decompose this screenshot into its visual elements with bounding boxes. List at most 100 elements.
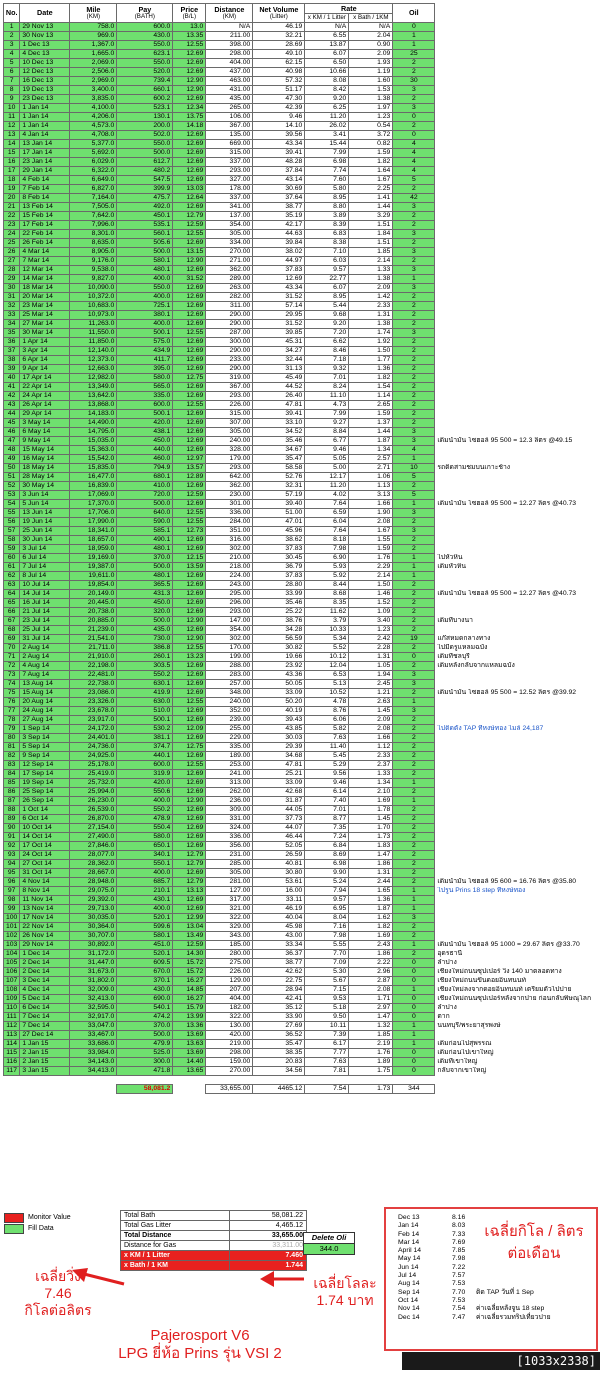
table-row: 36 1 Apr 14 11,850.0 575.0 12.69 300.00 45.31 6… (2, 337, 595, 347)
row-mile: 23,326.0 (69, 697, 118, 707)
row-rate-bath: 2.33 (348, 751, 394, 761)
row-rate-bath: 1.36 (348, 895, 394, 905)
row-net-volume: 31.87 (252, 796, 306, 806)
row-oil: 3 (392, 202, 436, 212)
row-pay: 460.0 (116, 454, 174, 464)
row-price: 12.69 (172, 346, 207, 356)
row-note: เติมก่อนไปเขาใหญ่ (437, 1048, 494, 1056)
row-no: 12 (2, 121, 21, 131)
row-mile: 24,925.0 (69, 751, 118, 761)
row-mile: 28,362.0 (69, 859, 118, 869)
row-pay: 680.1 (116, 472, 174, 482)
row-pay: 260.1 (116, 652, 174, 662)
row-note (435, 266, 595, 275)
row-note: เติมที่เขาใหญ่ (437, 1057, 478, 1065)
monthly-item: Dec 14 7.47 ค่าเฉลี่ยรวมทริปเที่ยวปาย (398, 1314, 551, 1322)
row-price: 13.36 (172, 1021, 207, 1031)
row-distance: 211.00 (205, 31, 254, 41)
row-net-volume: 35.19 (252, 211, 306, 221)
row-rate-km: 6.98 (304, 859, 350, 869)
row-pay: 450.0 (116, 598, 174, 608)
row-note (435, 32, 595, 41)
row-date: 13 Jun 14 (19, 508, 71, 518)
table-row: 17 29 Jan 14 6,322.0 480.2 12.69 293.00 37.84 7… (2, 166, 595, 176)
row-date: 3 May 14 (19, 418, 71, 428)
row-note: ไปรูน Prins 18 step ที่หงษ์ทอง (437, 886, 526, 894)
row-rate-km: 7.99 (304, 148, 350, 158)
row-pay: 500.0 (116, 499, 174, 509)
row-date: 6 May 14 (19, 427, 71, 437)
row-distance: 300.00 (205, 337, 254, 347)
row-no: 58 (2, 535, 21, 545)
row-mile: 18,959.0 (69, 544, 118, 554)
row-mile: 31,172.0 (69, 949, 118, 959)
row-distance: 336.00 (205, 832, 254, 842)
row-net-volume: 50.05 (252, 679, 306, 689)
row-mile: 21,541.0 (69, 634, 118, 644)
row-rate-bath: 1.76 (348, 1048, 394, 1058)
row-note (435, 140, 595, 149)
row-net-volume: 57.14 (252, 301, 306, 311)
row-rate-km: 6.06 (304, 715, 350, 725)
row-pay: 525.0 (116, 1048, 174, 1058)
row-distance: 241.00 (205, 769, 254, 779)
row-pay: 410.0 (116, 481, 174, 491)
row-oil: 2 (392, 355, 436, 365)
row-oil: 2 (392, 580, 436, 590)
row-rate-km: 4.73 (304, 400, 350, 410)
row-oil: 2 (392, 643, 436, 653)
row-distance: 669.00 (205, 139, 254, 149)
row-net-volume: 45.96 (252, 526, 306, 536)
row-date: 26 Feb 14 (19, 238, 71, 248)
row-oil: 10 (392, 463, 436, 473)
row-rate-bath: 2.97 (348, 1003, 394, 1013)
legend-monitor-label: Monitor Value (28, 1214, 71, 1221)
row-no: 40 (2, 373, 21, 383)
row-note: ลำปาง (437, 958, 457, 966)
row-date: 4 Aug 14 (19, 661, 71, 671)
row-rate-km: 7.63 (304, 1057, 350, 1067)
row-distance: 348.00 (205, 688, 254, 698)
table-row: 28 12 Mar 14 9,538.0 480.1 12.69 362.00 37.83 9… (2, 265, 595, 275)
row-price: 13.75 (172, 112, 207, 122)
row-oil: 2 (392, 841, 436, 851)
row-date: 7 Jul 14 (19, 562, 71, 572)
row-rate-bath: 1.51 (348, 220, 394, 230)
row-distance: 226.00 (205, 400, 254, 410)
row-date: 10 Oct 14 (19, 823, 71, 833)
row-rate-km: 8.68 (304, 589, 350, 599)
row-net-volume: 36.79 (252, 562, 306, 572)
row-pay: 399.9 (116, 184, 174, 194)
delete-oil-value: 344.0 (303, 1244, 355, 1255)
monthly-month: Sep 14 (398, 1288, 420, 1296)
monthly-item: Aug 14 7.53 (398, 1280, 551, 1288)
row-oil: 2 (392, 868, 436, 878)
row-pay: 450.0 (116, 436, 174, 446)
row-rate-km: 12.04 (304, 661, 350, 671)
row-rate-km: 9.57 (304, 895, 350, 905)
table-row: 51 28 May 14 16,477.0 680.1 12.89 642.00 52.76… (2, 472, 595, 482)
row-rate-bath: 0.54 (348, 121, 394, 131)
row-price: 12.69 (172, 778, 207, 788)
row-distance: 229.00 (205, 733, 254, 743)
row-distance: 285.00 (205, 859, 254, 869)
monthly-value: 7.57 (452, 1272, 466, 1280)
row-date: 13 Feb 14 (19, 202, 71, 212)
row-no: 73 (2, 670, 21, 680)
row-oil: 1 (392, 904, 436, 914)
row-net-volume: 45.31 (252, 337, 306, 347)
row-oil: 2 (392, 661, 436, 671)
row-note: อุดรธานี (437, 949, 463, 957)
row-no: 42 (2, 391, 21, 401)
row-date: 8 Feb 14 (19, 193, 71, 203)
row-pay: 370.0 (116, 553, 174, 563)
row-oil: 2 (392, 364, 436, 374)
row-note (435, 860, 595, 869)
row-oil: 0 (392, 976, 436, 986)
row-net-volume: 33.99 (252, 589, 306, 599)
row-mile: 23,917.0 (69, 715, 118, 725)
row-net-volume: 33.90 (252, 1012, 306, 1022)
row-mile: 20,149.0 (69, 589, 118, 599)
row-rate-bath: 1.77 (348, 355, 394, 365)
row-mile: 5,692.0 (69, 148, 118, 158)
